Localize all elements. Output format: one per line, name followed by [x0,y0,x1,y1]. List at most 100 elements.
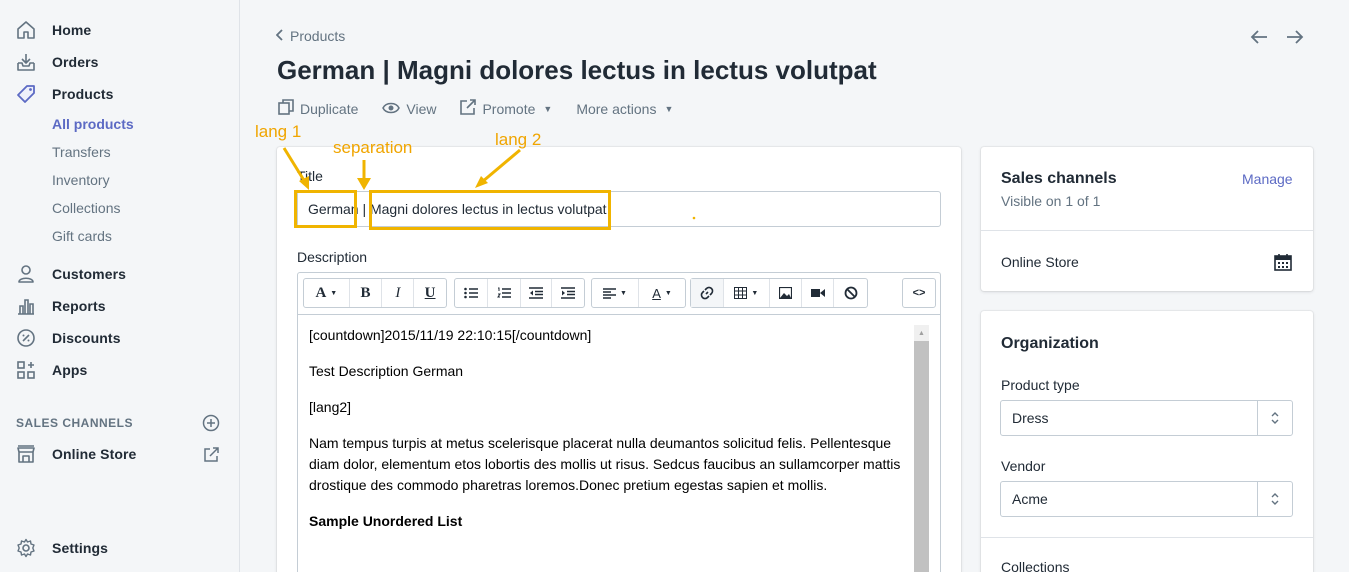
nav-customers-label: Customers [52,266,127,282]
collections-label: Collections [1001,559,1070,572]
rich-text-editor[interactable]: [countdown]2015/11/19 22:10:15[/countdow… [297,314,941,572]
sub-collections[interactable]: Collections [52,200,120,216]
annotation-box-lang1 [294,190,357,228]
store-icon [15,443,37,465]
nav-discounts[interactable]: Discounts [0,324,239,352]
vendor-select[interactable]: Acme [1000,481,1293,517]
sales-channels-title: Sales channels [1001,170,1117,187]
select-arrows-icon [1257,482,1292,516]
add-channel-icon[interactable] [202,414,220,432]
nav-settings[interactable]: Settings [0,534,239,562]
breadcrumb-label: Products [290,28,346,44]
outdent-button[interactable] [521,279,553,307]
breadcrumb[interactable]: Products [275,28,346,44]
table-dropdown[interactable]: ▼ [724,279,771,307]
apps-icon [15,359,37,381]
caret-down-icon: ▼ [664,103,674,114]
editor-paragraph: Nam tempus turpis at metus scelerisque p… [309,435,901,493]
external-link-icon[interactable] [202,446,220,464]
visibility-text: Visible on 1 of 1 [1001,193,1101,209]
next-arrow-icon[interactable] [1285,27,1305,47]
align-dropdown[interactable]: ▼ [592,279,639,307]
clear-format-button[interactable] [834,279,867,307]
bold-button[interactable]: B [350,279,383,307]
editor-heading: Sample Unordered List [309,513,463,529]
customer-icon [15,263,37,285]
font-dropdown[interactable]: A ▼ [304,279,350,307]
vendor-label: Vendor [1001,458,1046,474]
sidebar: Home Orders Products All products Transf… [0,0,240,572]
image-button[interactable] [770,279,802,307]
sub-transfers[interactable]: Transfers [52,144,111,160]
annotation-lang1: lang 1 [255,122,302,141]
link-button[interactable] [691,279,724,307]
editor-paragraph: Test Description German [309,363,464,379]
previous-arrow-icon[interactable] [1249,27,1269,47]
nav-online-store-label: Online Store [52,446,137,462]
nav-orders-label: Orders [52,54,99,70]
nav-settings-label: Settings [52,540,109,556]
divider [981,230,1313,231]
outdent-icon [528,287,543,299]
caret-down-icon: ▼ [543,103,553,114]
caret-down-icon: ▼ [664,289,672,297]
scrollbar-thumb[interactable] [914,341,929,572]
discount-icon [15,327,37,349]
gear-icon [15,537,37,559]
image-icon [778,287,792,299]
action-bar: Duplicate View Promote ▼ More actions ▼ [278,99,697,118]
reports-icon [15,295,37,317]
manage-link[interactable]: Manage [1242,171,1293,187]
list-group [454,278,585,308]
sub-all-products[interactable]: All products [52,116,134,132]
insert-group: ▼ [690,278,868,308]
align-left-icon [603,287,617,299]
editor-paragraph: [countdown]2015/11/19 22:10:15[/countdow… [309,327,592,343]
nav-customers[interactable]: Customers [0,260,239,288]
title-label: Title [297,168,323,184]
sub-inventory[interactable]: Inventory [52,172,110,188]
promote-button[interactable]: Promote ▼ [460,99,552,118]
more-actions-button[interactable]: More actions ▼ [576,101,673,117]
italic-button[interactable]: I [382,279,415,307]
nav-apps[interactable]: Apps [0,356,239,384]
nav-reports[interactable]: Reports [0,292,239,320]
chevron-left-icon [275,28,284,44]
sub-gift-cards[interactable]: Gift cards [52,228,112,244]
calendar-icon[interactable] [1274,253,1292,276]
annotation-separation: separation [333,138,413,157]
video-button[interactable] [802,279,835,307]
html-view-button[interactable]: <> [903,279,935,307]
scroll-up-icon[interactable]: ▲ [914,325,929,341]
divider [981,537,1313,538]
caret-down-icon: ▼ [330,289,338,297]
duplicate-button[interactable]: Duplicate [278,99,358,118]
promote-label: Promote [482,100,536,117]
home-icon [15,19,37,41]
nav-orders[interactable]: Orders [0,48,239,76]
nav-products[interactable]: Products [0,80,239,108]
bullet-list-button[interactable] [455,279,488,307]
underline-button[interactable]: U [414,279,446,307]
numbered-list-button[interactable] [488,279,521,307]
link-icon [700,286,714,300]
editor-content[interactable]: [countdown]2015/11/19 22:10:15[/countdow… [309,325,904,547]
view-button[interactable]: View [382,101,436,117]
editor-toolbar: A ▼ B I U ▼ A ▼ ▼ <> [297,272,941,314]
caret-down-icon: ▼ [620,289,627,297]
product-type-select[interactable]: Dress [1000,400,1293,436]
annotation-lang2: lang 2 [495,130,542,149]
text-color-dropdown[interactable]: A ▼ [639,279,685,307]
numbered-list-icon [496,287,511,298]
online-store-channel: Online Store [1001,254,1079,270]
page-title: German | Magni dolores lectus in lectus … [277,55,877,85]
nav-home-label: Home [52,22,92,38]
nav-products-label: Products [52,86,114,102]
annotation-box-lang2 [369,190,611,230]
indent-button[interactable] [552,279,584,307]
align-group: ▼ A ▼ [591,278,686,308]
video-icon [810,289,825,297]
nav-home[interactable]: Home [0,16,239,44]
description-label: Description [297,249,368,265]
caret-down-icon: ▼ [751,289,759,297]
